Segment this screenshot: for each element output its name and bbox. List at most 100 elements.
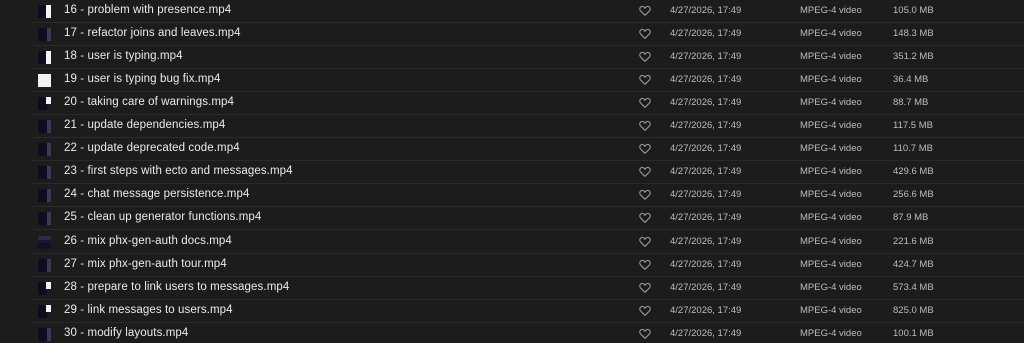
- file-row[interactable]: 16 - problem with presence.mp4 4/27/2026,…: [0, 0, 1024, 23]
- file-name: 21 - update dependencies.mp4: [64, 119, 226, 132]
- heart-icon[interactable]: [639, 120, 651, 132]
- heart-icon[interactable]: [639, 51, 651, 63]
- heart-icon[interactable]: [639, 189, 651, 201]
- file-date: 4/27/2026, 17:49: [670, 258, 742, 270]
- file-row[interactable]: 21 - update dependencies.mp4 4/27/2026, 1…: [0, 115, 1024, 139]
- file-date: 4/27/2026, 17:49: [670, 120, 742, 132]
- file-name: 26 - mix phx-gen-auth docs.mp4: [64, 234, 232, 247]
- file-name: 27 - mix phx-gen-auth tour.mp4: [64, 257, 227, 270]
- file-name: 18 - user is typing.mp4: [64, 50, 183, 63]
- file-size: 429.6 MB: [893, 166, 934, 178]
- file-date: 4/27/2026, 17:49: [670, 28, 742, 40]
- file-kind: MPEG-4 video: [800, 120, 862, 132]
- file-name: 30 - modify layouts.mp4: [64, 326, 189, 339]
- file-name: 16 - problem with presence.mp4: [64, 4, 232, 16]
- file-row[interactable]: 28 - prepare to link users to messages.m…: [0, 277, 1024, 300]
- heart-icon[interactable]: [639, 259, 651, 271]
- file-row[interactable]: 29 - link messages to users.mp4 4/27/2026…: [0, 300, 1024, 323]
- file-date: 4/27/2026, 17:49: [670, 327, 742, 339]
- file-date: 4/27/2026, 17:49: [670, 74, 742, 86]
- heart-icon[interactable]: [639, 28, 651, 40]
- heart-icon[interactable]: [639, 305, 651, 317]
- file-size: 424.7 MB: [893, 258, 934, 270]
- file-size: 105.0 MB: [893, 5, 934, 16]
- file-kind: MPEG-4 video: [800, 166, 862, 178]
- file-date: 4/27/2026, 17:49: [670, 5, 742, 16]
- file-date: 4/27/2026, 17:49: [670, 235, 742, 247]
- file-name: 23 - first steps with ecto and messages.…: [64, 165, 293, 178]
- file-size: 573.4 MB: [893, 281, 934, 293]
- file-size: 100.1 MB: [893, 327, 934, 339]
- video-thumbnail-icon: [38, 5, 51, 18]
- file-size: 110.7 MB: [893, 143, 933, 155]
- file-name: 29 - link messages to users.mp4: [64, 303, 233, 316]
- file-row[interactable]: 25 - clean up generator functions.mp4 4/2…: [0, 207, 1024, 231]
- file-name: 19 - user is typing bug fix.mp4: [64, 73, 221, 86]
- heart-icon[interactable]: [639, 143, 651, 155]
- video-thumbnail-icon: [38, 74, 51, 88]
- file-kind: MPEG-4 video: [800, 304, 862, 316]
- file-kind: MPEG-4 video: [800, 235, 862, 247]
- file-date: 4/27/2026, 17:49: [670, 166, 742, 178]
- file-row[interactable]: 24 - chat message persistence.mp4 4/27/20…: [0, 184, 1024, 208]
- video-thumbnail-icon: [38, 212, 51, 226]
- file-row[interactable]: 17 - refactor joins and leaves.mp4 4/27/2…: [0, 23, 1024, 47]
- heart-icon[interactable]: [639, 74, 651, 86]
- file-size: 87.9 MB: [893, 212, 929, 224]
- video-thumbnail-icon: [38, 258, 51, 272]
- file-name: 20 - taking care of warnings.mp4: [64, 96, 235, 109]
- file-kind: MPEG-4 video: [800, 212, 862, 224]
- file-row[interactable]: 27 - mix phx-gen-auth tour.mp4 4/27/2026,…: [0, 254, 1024, 277]
- file-kind: MPEG-4 video: [800, 97, 862, 109]
- file-name: 28 - prepare to link users to messages.m…: [64, 280, 290, 293]
- file-date: 4/27/2026, 17:49: [670, 97, 742, 109]
- file-size: 256.6 MB: [893, 189, 934, 201]
- file-name: 22 - update deprecated code.mp4: [64, 142, 240, 155]
- file-size: 148.3 MB: [893, 28, 934, 40]
- file-row[interactable]: 22 - update deprecated code.mp4 4/27/2026…: [0, 138, 1024, 162]
- file-size: 221.6 MB: [893, 235, 934, 247]
- file-date: 4/27/2026, 17:49: [670, 189, 742, 201]
- heart-icon[interactable]: [639, 282, 651, 294]
- video-thumbnail-icon: [38, 120, 51, 134]
- file-date: 4/27/2026, 17:49: [670, 143, 742, 155]
- file-row[interactable]: 26 - mix phx-gen-auth docs.mp4 4/27/2026,…: [0, 231, 1024, 254]
- file-name: 17 - refactor joins and leaves.mp4: [64, 27, 241, 40]
- file-size: 351.2 MB: [893, 51, 934, 63]
- heart-icon[interactable]: [639, 5, 651, 17]
- video-thumbnail-icon: [38, 143, 51, 157]
- heart-icon[interactable]: [639, 97, 651, 109]
- file-size: 88.7 MB: [893, 97, 929, 109]
- file-kind: MPEG-4 video: [800, 74, 862, 86]
- file-list: 16 - problem with presence.mp4 4/27/2026,…: [0, 0, 1024, 343]
- file-kind: MPEG-4 video: [800, 51, 862, 63]
- file-row[interactable]: 19 - user is typing bug fix.mp4 4/27/2026…: [0, 69, 1024, 93]
- file-kind: MPEG-4 video: [800, 189, 862, 201]
- file-kind: MPEG-4 video: [800, 258, 862, 270]
- file-size: 36.4 MB: [893, 74, 929, 86]
- heart-icon[interactable]: [639, 328, 651, 340]
- file-kind: MPEG-4 video: [800, 327, 862, 339]
- video-thumbnail-icon: [38, 304, 51, 318]
- video-thumbnail-icon: [38, 281, 51, 295]
- file-row[interactable]: 18 - user is typing.mp4 4/27/2026, 17:49 M…: [0, 46, 1024, 70]
- file-date: 4/27/2026, 17:49: [670, 51, 742, 63]
- file-date: 4/27/2026, 17:49: [670, 281, 742, 293]
- file-row[interactable]: 20 - taking care of warnings.mp4 4/27/202…: [0, 92, 1024, 116]
- video-thumbnail-icon: [38, 189, 51, 203]
- file-row[interactable]: 30 - modify layouts.mp4 4/27/2026, 17:49 M…: [0, 323, 1024, 343]
- file-size: 117.5 MB: [893, 120, 933, 132]
- video-thumbnail-icon: [38, 166, 51, 180]
- video-thumbnail-icon: [38, 235, 51, 249]
- video-thumbnail-icon: [38, 28, 51, 42]
- heart-icon[interactable]: [639, 236, 651, 248]
- video-thumbnail-icon: [38, 97, 51, 111]
- file-name: 24 - chat message persistence.mp4: [64, 188, 250, 201]
- file-row[interactable]: 23 - first steps with ecto and messages.…: [0, 161, 1024, 185]
- video-thumbnail-icon: [38, 51, 51, 65]
- heart-icon[interactable]: [639, 166, 651, 178]
- heart-icon[interactable]: [639, 212, 651, 224]
- file-kind: MPEG-4 video: [800, 28, 862, 40]
- file-name: 25 - clean up generator functions.mp4: [64, 211, 262, 224]
- file-kind: MPEG-4 video: [800, 281, 862, 293]
